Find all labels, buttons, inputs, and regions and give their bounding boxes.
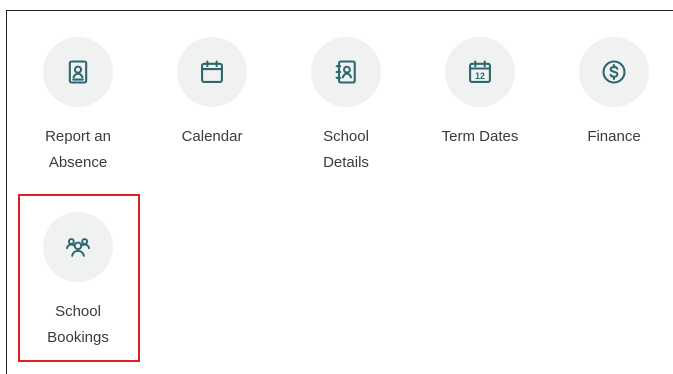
calendar-icon (201, 60, 223, 83)
tile-school-bookings[interactable]: School Bookings (18, 212, 138, 351)
tile-icon-circle (311, 37, 381, 107)
tile-label: Report an Absence (45, 128, 111, 171)
contact-book-icon (335, 60, 356, 84)
svg-text:12: 12 (475, 71, 485, 81)
tile-icon-circle (579, 37, 649, 107)
dollar-circle-icon (602, 60, 626, 84)
tile-icon-circle (43, 37, 113, 107)
group-icon (65, 238, 91, 257)
id-badge-icon (68, 60, 88, 84)
tile-label: Finance (587, 128, 641, 145)
tile-icon-circle (43, 212, 113, 282)
tile-calendar[interactable]: Calendar (152, 37, 272, 150)
tile-finance[interactable]: Finance (554, 37, 673, 150)
tile-term-dates[interactable]: 12 Term Dates (420, 37, 540, 150)
tile-label: School Bookings (47, 303, 109, 346)
tile-report-absence[interactable]: Report an Absence (18, 37, 138, 176)
tile-label: School Details (323, 128, 369, 171)
tile-label: Term Dates (441, 128, 519, 145)
tile-label: Calendar (181, 128, 243, 145)
tile-icon-circle: 12 (445, 37, 515, 107)
tile-school-details[interactable]: School Details (286, 37, 406, 176)
calendar-12-icon: 12 (469, 60, 491, 83)
tile-icon-circle (177, 37, 247, 107)
